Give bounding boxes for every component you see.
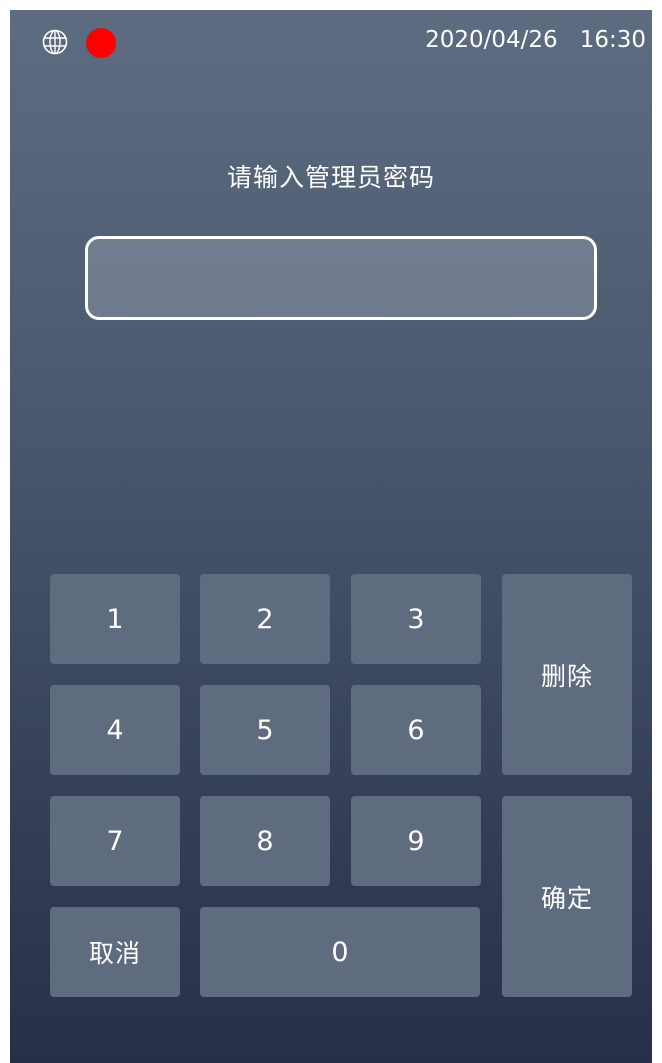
key-2[interactable]: 2 bbox=[200, 574, 330, 664]
key-0[interactable]: 0 bbox=[200, 907, 480, 997]
key-4[interactable]: 4 bbox=[50, 685, 180, 775]
cancel-button[interactable]: 取消 bbox=[50, 907, 180, 997]
status-bar: 2020/04/26 16:30 bbox=[10, 10, 652, 74]
status-datetime: 2020/04/26 16:30 bbox=[425, 27, 646, 53]
key-9[interactable]: 9 bbox=[351, 796, 481, 886]
password-input[interactable] bbox=[85, 236, 597, 320]
password-prompt: 请输入管理员密码 bbox=[226, 163, 435, 192]
key-3[interactable]: 3 bbox=[351, 574, 481, 664]
key-7[interactable]: 7 bbox=[50, 796, 180, 886]
key-8[interactable]: 8 bbox=[200, 796, 330, 886]
key-1[interactable]: 1 bbox=[50, 574, 180, 664]
delete-button[interactable]: 删除 bbox=[502, 574, 632, 775]
globe-icon bbox=[42, 29, 68, 55]
status-date: 2020/04/26 bbox=[425, 27, 558, 53]
admin-password-screen: 2020/04/26 16:30 请输入管理员密码 1 2 3 删除 4 5 6 … bbox=[10, 10, 652, 1063]
key-5[interactable]: 5 bbox=[200, 685, 330, 775]
confirm-button[interactable]: 确定 bbox=[502, 796, 632, 997]
status-time: 16:30 bbox=[579, 27, 646, 53]
key-6[interactable]: 6 bbox=[351, 685, 481, 775]
recording-indicator bbox=[86, 28, 116, 58]
